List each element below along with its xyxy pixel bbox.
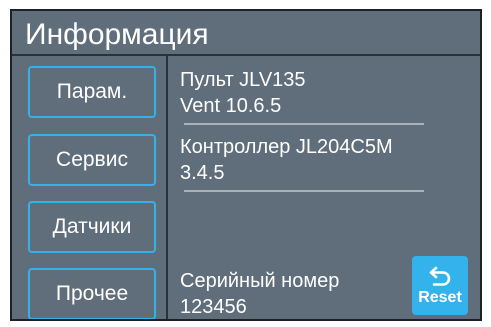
controller-version-text: 3.4.5 [180, 162, 225, 184]
controller-model-text: Контроллер JL204C5M [180, 136, 393, 158]
remote-version-text: Vent 10.6.5 [180, 95, 282, 117]
params-button-label: Парам. [56, 80, 128, 103]
serial-label-text: Серийный номер [180, 270, 340, 292]
info-divider [184, 190, 424, 192]
sidebar-divider [166, 56, 168, 319]
params-button[interactable]: Парам. [28, 66, 156, 118]
sensors-button-label: Датчики [52, 215, 132, 238]
remote-model-text: Пульт JLV135 [180, 69, 306, 91]
reset-button-label: Reset [418, 288, 462, 306]
service-button[interactable]: Сервис [28, 134, 156, 186]
reset-button[interactable]: Reset [412, 256, 468, 315]
sensors-button[interactable]: Датчики [28, 201, 156, 253]
serial-value-text: 123456 [180, 296, 247, 318]
title-divider [12, 54, 480, 56]
other-button-label: Прочее [55, 282, 129, 305]
page-title: Информация [25, 18, 209, 51]
undo-arrow-icon [429, 266, 451, 286]
service-button-label: Сервис [56, 148, 128, 171]
info-screen: Информация Парам. Сервис Датчики Прочее … [10, 9, 482, 321]
info-divider [184, 123, 424, 125]
other-button[interactable]: Прочее [28, 268, 156, 319]
